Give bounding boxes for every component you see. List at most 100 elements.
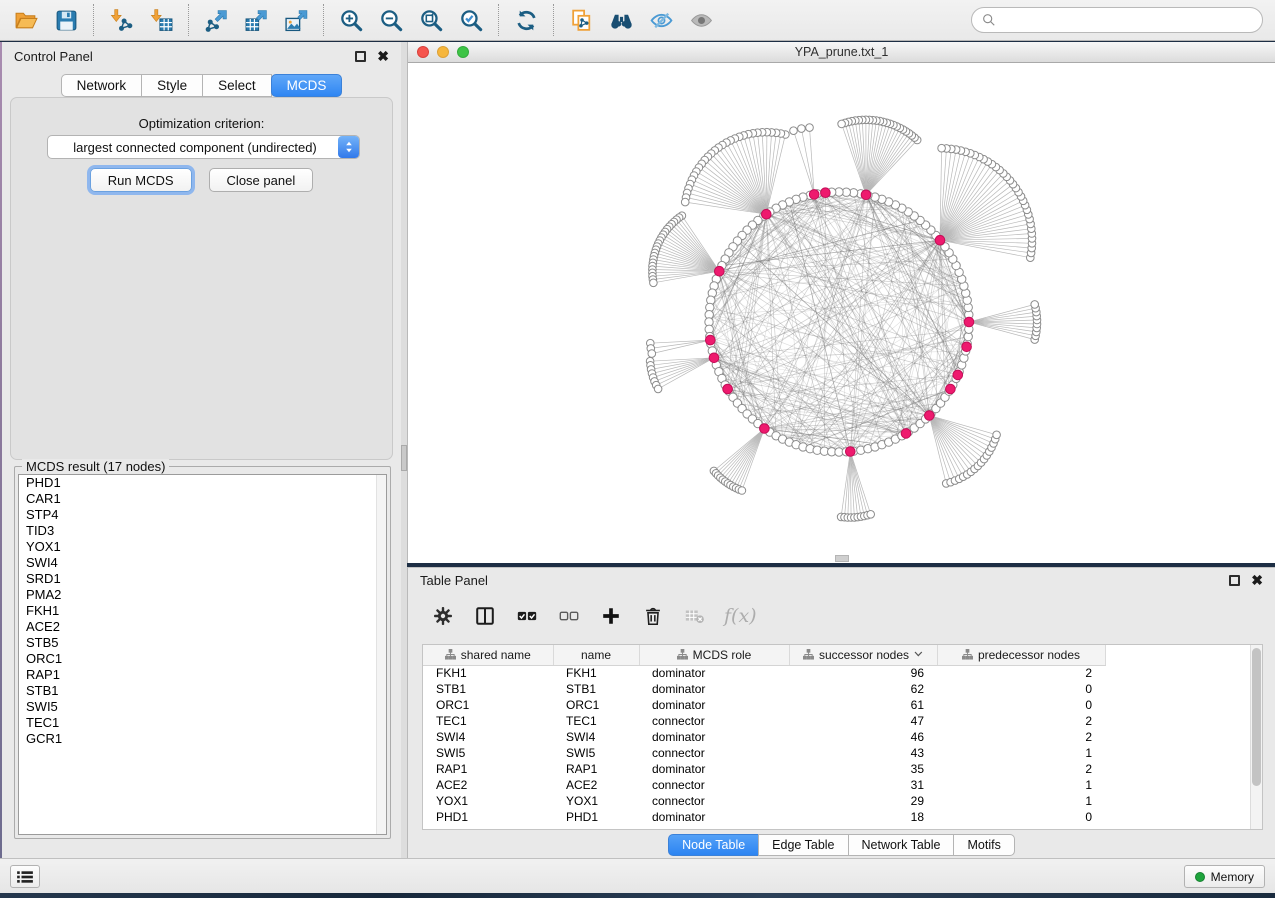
- network-hub-node[interactable]: [762, 209, 772, 219]
- tab-edge-table[interactable]: Edge Table: [758, 834, 848, 856]
- export-image-button[interactable]: [280, 4, 312, 36]
- network-node[interactable]: [738, 487, 746, 495]
- mcds-result-list[interactable]: PHD1CAR1STP4TID3YOX1SWI4SRD1PMA2FKH1ACE2…: [18, 474, 387, 835]
- cell-mcds-role[interactable]: dominator: [639, 729, 789, 745]
- float-window-icon[interactable]: [355, 51, 366, 62]
- cell-name[interactable]: SWI4: [553, 729, 639, 745]
- tab-network[interactable]: Network: [61, 74, 143, 97]
- duplicate-network-button[interactable]: [565, 4, 597, 36]
- table-options-button[interactable]: [428, 601, 458, 631]
- table-row[interactable]: ORC1ORC1dominator610: [423, 697, 1262, 713]
- cell-predecessor-nodes[interactable]: 0: [937, 809, 1105, 825]
- cell-successor-nodes[interactable]: 47: [789, 713, 937, 729]
- cell-predecessor-nodes[interactable]: 2: [937, 761, 1105, 777]
- float-window-icon[interactable]: [1229, 575, 1240, 586]
- cell-name[interactable]: FKH1: [553, 665, 639, 681]
- cell-mcds-role[interactable]: connector: [639, 777, 789, 793]
- deselect-all-button[interactable]: [554, 601, 584, 631]
- cell-shared-name[interactable]: ACE2: [423, 777, 553, 793]
- zoom-selected-button[interactable]: [455, 4, 487, 36]
- zoom-in-button[interactable]: [335, 4, 367, 36]
- table-row[interactable]: RAP1RAP1dominator352: [423, 761, 1262, 777]
- tab-node-table[interactable]: Node Table: [668, 834, 759, 856]
- cell-shared-name[interactable]: ORC1: [423, 697, 553, 713]
- network-hub-node[interactable]: [953, 370, 963, 380]
- network-node[interactable]: [798, 125, 806, 133]
- tab-mcds[interactable]: MCDS: [271, 74, 343, 97]
- table-scrollbar-thumb[interactable]: [1252, 648, 1261, 786]
- network-hub-node[interactable]: [821, 188, 831, 198]
- cell-successor-nodes[interactable]: 62: [789, 681, 937, 697]
- network-node[interactable]: [654, 385, 662, 393]
- cell-mcds-role[interactable]: dominator: [639, 665, 789, 681]
- cell-name[interactable]: PHD1: [553, 809, 639, 825]
- cell-mcds-role[interactable]: dominator: [639, 681, 789, 697]
- network-canvas[interactable]: [408, 63, 1275, 563]
- mcds-result-item[interactable]: STP4: [19, 507, 386, 523]
- table-row[interactable]: PHD1PHD1dominator180: [423, 809, 1262, 825]
- table-row[interactable]: SWI5SWI5connector431: [423, 745, 1262, 761]
- mcds-result-item[interactable]: ORC1: [19, 651, 386, 667]
- network-node[interactable]: [867, 511, 875, 519]
- network-hub-node[interactable]: [925, 411, 935, 421]
- mcds-result-item[interactable]: PHD1: [19, 475, 386, 491]
- cell-name[interactable]: TEC1: [553, 713, 639, 729]
- cell-mcds-role[interactable]: connector: [639, 713, 789, 729]
- close-icon[interactable]: ✖: [377, 51, 389, 62]
- hide-selected-button[interactable]: [645, 4, 677, 36]
- column-header-successor-nodes[interactable]: successor nodes: [789, 645, 937, 665]
- mcds-result-item[interactable]: GCR1: [19, 731, 386, 747]
- cell-name[interactable]: SWI5: [553, 745, 639, 761]
- network-node[interactable]: [681, 198, 689, 206]
- save-session-button[interactable]: [50, 4, 82, 36]
- network-hub-node[interactable]: [935, 235, 945, 245]
- column-header-predecessor-nodes[interactable]: predecessor nodes: [937, 645, 1105, 665]
- select-all-button[interactable]: [512, 601, 542, 631]
- mcds-result-item[interactable]: STB1: [19, 683, 386, 699]
- network-node[interactable]: [790, 127, 798, 135]
- table-row[interactable]: FKH1FKH1dominator962: [423, 665, 1262, 681]
- network-window-titlebar[interactable]: YPA_prune.txt_1: [408, 42, 1275, 63]
- network-hub-node[interactable]: [809, 190, 819, 200]
- table-row[interactable]: SWI4SWI4dominator462: [423, 729, 1262, 745]
- first-neighbors-button[interactable]: [605, 4, 637, 36]
- cell-name[interactable]: YOX1: [553, 793, 639, 809]
- import-table-button[interactable]: [145, 4, 177, 36]
- cell-predecessor-nodes[interactable]: 1: [937, 745, 1105, 761]
- cell-predecessor-nodes[interactable]: 2: [937, 729, 1105, 745]
- tab-network-table[interactable]: Network Table: [848, 834, 955, 856]
- cell-shared-name[interactable]: RAP1: [423, 761, 553, 777]
- network-hub-node[interactable]: [962, 342, 972, 352]
- cell-successor-nodes[interactable]: 35: [789, 761, 937, 777]
- network-node[interactable]: [648, 350, 656, 358]
- mcds-result-item[interactable]: SWI5: [19, 699, 386, 715]
- network-hub-node[interactable]: [964, 317, 974, 327]
- table-row[interactable]: STB1STB1dominator620: [423, 681, 1262, 697]
- table-scrollbar[interactable]: [1250, 645, 1262, 829]
- column-header-shared-name[interactable]: shared name: [423, 645, 553, 665]
- cell-name[interactable]: ORC1: [553, 697, 639, 713]
- cell-shared-name[interactable]: STB1: [423, 681, 553, 697]
- show-all-button[interactable]: [685, 4, 717, 36]
- mcds-result-item[interactable]: SRD1: [19, 571, 386, 587]
- cell-shared-name[interactable]: SWI5: [423, 745, 553, 761]
- cell-name[interactable]: RAP1: [553, 761, 639, 777]
- mcds-list-scrollbar[interactable]: [376, 475, 386, 834]
- cell-successor-nodes[interactable]: 96: [789, 665, 937, 681]
- mcds-result-item[interactable]: STB5: [19, 635, 386, 651]
- mcds-result-item[interactable]: TEC1: [19, 715, 386, 731]
- network-node[interactable]: [806, 124, 814, 132]
- export-table-button[interactable]: [240, 4, 272, 36]
- tab-motifs[interactable]: Motifs: [953, 834, 1014, 856]
- column-header-MCDS-role[interactable]: MCDS role: [639, 645, 789, 665]
- network-hub-node[interactable]: [723, 384, 733, 394]
- refresh-button[interactable]: [510, 4, 542, 36]
- cell-successor-nodes[interactable]: 46: [789, 729, 937, 745]
- cell-successor-nodes[interactable]: 61: [789, 697, 937, 713]
- tab-style[interactable]: Style: [141, 74, 203, 97]
- cell-shared-name[interactable]: SWI4: [423, 729, 553, 745]
- close-panel-button[interactable]: Close panel: [209, 168, 314, 192]
- network-node[interactable]: [650, 279, 658, 287]
- table-row[interactable]: TEC1TEC1connector472: [423, 713, 1262, 729]
- cell-mcds-role[interactable]: dominator: [639, 761, 789, 777]
